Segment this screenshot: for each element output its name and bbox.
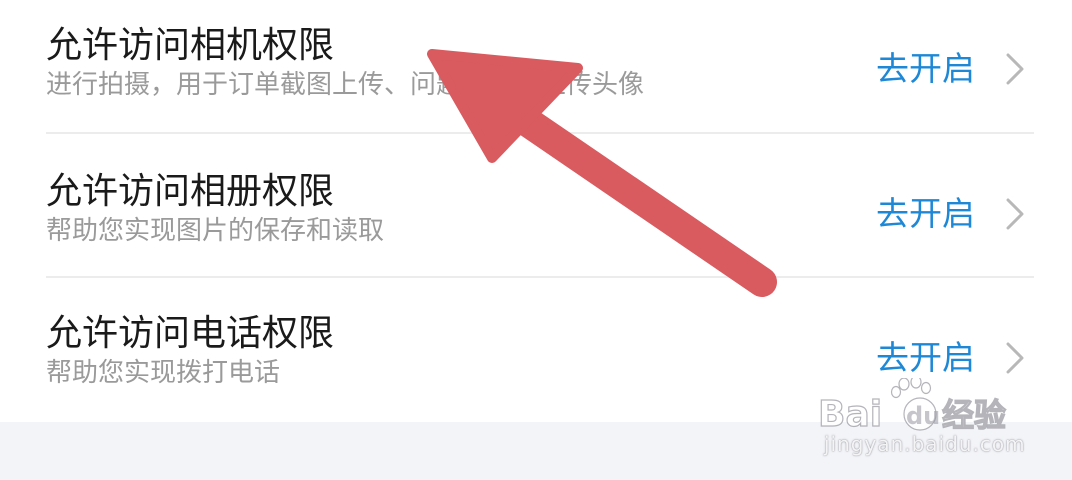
permission-subtitle-album: 帮助您实现图片的保存和读取 — [46, 216, 385, 246]
permission-list: 允许访问相机权限 进行拍摄，用于订单截图上传、问题反馈、上传头像 去开启 允许访… — [0, 0, 1072, 422]
svg-text:du: du — [906, 402, 940, 430]
enable-camera-label: 去开启 — [876, 49, 975, 88]
row-divider — [46, 276, 1034, 278]
permission-title-album: 允许访问相册权限 — [46, 171, 335, 212]
chevron-right-icon — [1006, 53, 1024, 85]
svg-text:经验: 经验 — [942, 396, 1006, 434]
watermark-url: jingyan.baidu.com — [824, 432, 1026, 456]
svg-text:Bai: Bai — [818, 394, 882, 435]
enable-camera-button[interactable]: 去开启 — [876, 47, 1036, 91]
enable-album-label: 去开启 — [876, 194, 975, 233]
baidu-jingyan-logo: Bai du 经验 — [817, 378, 1007, 436]
permission-subtitle-phone: 帮助您实现拨打电话 — [46, 358, 281, 388]
permission-title-camera: 允许访问相机权限 — [46, 25, 335, 66]
permission-row-camera[interactable]: 允许访问相机权限 进行拍摄，用于订单截图上传、问题反馈、上传头像 去开启 — [0, 0, 1072, 140]
permission-row-album[interactable]: 允许访问相册权限 帮助您实现图片的保存和读取 去开启 — [0, 140, 1072, 280]
enable-album-button[interactable]: 去开启 — [876, 192, 1036, 236]
permission-subtitle-camera: 进行拍摄，用于订单截图上传、问题反馈、上传头像 — [46, 70, 645, 100]
chevron-right-icon — [1006, 198, 1024, 230]
permission-title-phone: 允许访问电话权限 — [46, 313, 335, 354]
watermark: Bai du 经验 jingyan.baidu.com — [812, 364, 1052, 474]
row-divider — [46, 132, 1034, 134]
